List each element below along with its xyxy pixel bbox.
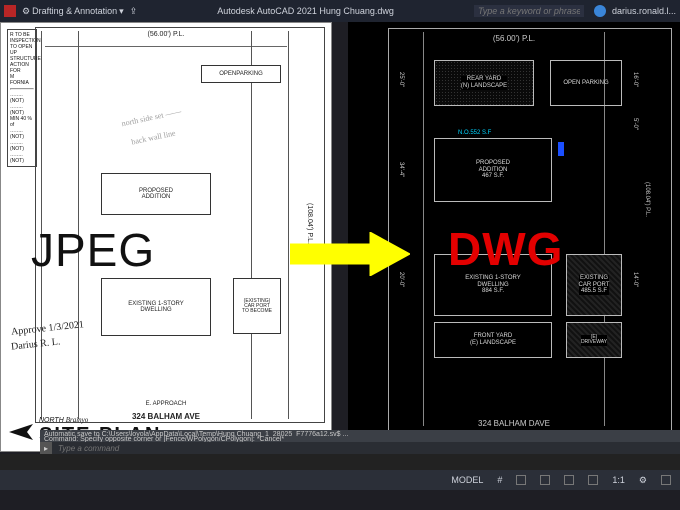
dwg-overlay-text: DWG	[448, 222, 563, 276]
model-space-button[interactable]: MODEL	[448, 475, 486, 485]
autocad-logo-icon	[4, 5, 16, 17]
osnap-icon	[588, 475, 598, 485]
command-prompt-icon[interactable]: ▸	[40, 442, 52, 454]
snap-toggle[interactable]	[513, 475, 529, 485]
user-name[interactable]: darius.ronald.l...	[612, 6, 676, 16]
open-parking-box-r: OPEN PARKING	[550, 60, 622, 106]
dim-e: 14'-0"	[632, 272, 638, 287]
carport-box: (EXISTING) CAR PORT TO BECOME	[233, 278, 281, 334]
dim-c: 16'-0"	[632, 72, 638, 87]
front-yard-box-r: FRONT YARD (E) LANDSCAPE	[434, 322, 552, 358]
command-line-panel: Automatic save to C:\Users\loyola\AppDat…	[40, 430, 680, 454]
north-arrow-icon	[9, 422, 35, 442]
blue-arrow-marker	[558, 142, 564, 156]
menu-icon	[661, 475, 671, 485]
e-approach-label: E. APPROACH	[1, 401, 331, 407]
customize-button[interactable]	[658, 475, 674, 485]
dim-f: 20'-0"	[398, 272, 404, 287]
jpeg-overlay-text: JPEG	[31, 223, 155, 277]
carport-box-r: EXISTING CAR PORT 485.5 S.F	[566, 254, 622, 316]
gear-icon: ⚙	[639, 475, 647, 486]
open-parking-box: OPENPARKING	[201, 65, 281, 83]
ortho-toggle[interactable]	[537, 475, 553, 485]
rear-yard-box: REAR YARD (N) LANDSCAPE	[434, 60, 534, 106]
osnap-toggle[interactable]	[585, 475, 601, 485]
dwg-viewport[interactable]: (56.00') P.L. REAR YARD (N) LANDSCAPE OP…	[348, 22, 680, 452]
grid-icon: #	[497, 475, 502, 485]
cyan-annotation: N.O.552 S.F	[458, 130, 491, 136]
signin-icon[interactable]	[594, 5, 606, 17]
layout-tabs-row[interactable]	[0, 454, 680, 470]
dim-b: 34'-4"	[398, 162, 404, 177]
title-bar: ⚙ Drafting & Annotation ▾ ⇪ Autodesk Aut…	[0, 0, 680, 22]
help-search-input[interactable]	[474, 5, 584, 17]
pl-side-label-r: (108.04') P.L.	[644, 182, 650, 217]
annotation-scale[interactable]: 1:1	[609, 475, 628, 485]
polar-toggle[interactable]	[561, 475, 577, 485]
gear-icon: ⚙	[22, 6, 30, 17]
command-log-line: Command: Specify opposite corner or [Fen…	[40, 435, 680, 442]
workspace-switcher[interactable]: ⚙ Drafting & Annotation ▾ ⇪	[22, 6, 137, 17]
proposed-addition-box-r: PROPOSED ADDITION 467 S.F.	[434, 138, 552, 202]
existing-dwelling-box: EXISTING 1-STORY DWELLING	[101, 278, 211, 336]
command-input[interactable]	[54, 444, 680, 453]
polar-icon	[564, 475, 574, 485]
chevron-down-icon: ▾	[119, 6, 124, 17]
jpeg-scan-image: R TO BE INSPECTION TO OPEN UP STRUCTURE …	[0, 22, 332, 452]
workspace-label: Drafting & Annotation	[32, 6, 117, 16]
driveway-box-r: (E) DRIVEWAY	[566, 322, 622, 358]
dim-d: 5'-0"	[632, 118, 638, 130]
status-bar: MODEL # 1:1 ⚙	[0, 470, 680, 490]
proposed-addition-box: PROPOSED ADDITION	[101, 173, 211, 215]
pl-side-label-left: (108.04') P.L.	[306, 203, 313, 244]
snap-icon	[516, 475, 526, 485]
workspace-gear[interactable]: ⚙	[636, 475, 650, 486]
dim-a: 25'-0"	[398, 72, 404, 87]
app-title: Autodesk AutoCAD 2021 Hung Chuang.dwg	[143, 6, 468, 16]
grid-toggle[interactable]: #	[494, 475, 505, 485]
scan-notes-box: R TO BE INSPECTION TO OPEN UP STRUCTURE …	[7, 29, 37, 167]
ortho-icon	[540, 475, 550, 485]
drawing-area[interactable]: R TO BE INSPECTION TO OPEN UP STRUCTURE …	[0, 22, 680, 454]
share-icon[interactable]: ⇪	[130, 6, 138, 17]
street-label-right: 324 BALHAM DAVE	[348, 419, 680, 428]
